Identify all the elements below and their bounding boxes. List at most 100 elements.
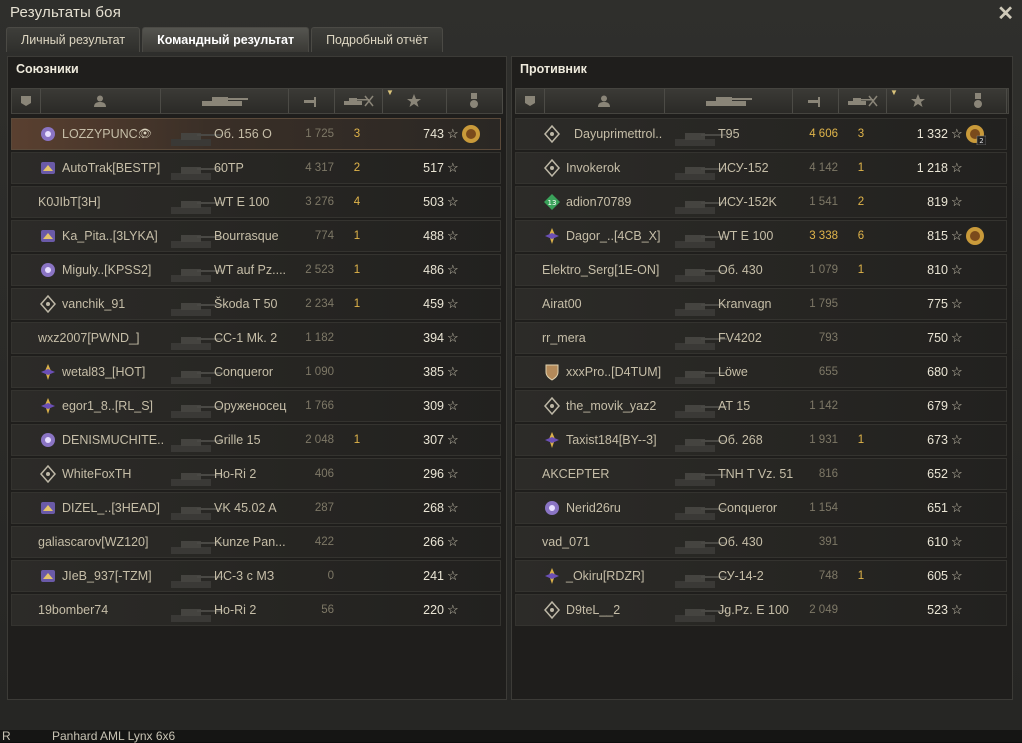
damage-value: 2 234	[305, 298, 334, 310]
allies-player-row[interactable]: AutoTrak[BESTP] 60TP 4 317 2 517 ☆	[11, 152, 501, 184]
damage-value: 0	[327, 570, 334, 582]
xp-star-icon: ☆	[447, 534, 459, 549]
enemies-player-row[interactable]: rr_mera FV4202 793 750 ☆	[515, 322, 1007, 354]
enemies-player-row[interactable]: xxxPro..[D4TUM] Löwe 655 680 ☆	[515, 356, 1007, 388]
allies-header-player[interactable]	[40, 89, 161, 113]
enemies-player-row[interactable]: Elektro_Serg[1E-ON] Об. 430 1 079 1 810 ☆	[515, 254, 1007, 286]
allies-player-row[interactable]: wetal83_[HOT] Conqueror 1 090 385 ☆	[11, 356, 501, 388]
xp-value: 775	[927, 297, 948, 311]
player-name: D9teL__2	[566, 603, 621, 617]
clan-badge-icon	[39, 567, 57, 585]
allies-player-row[interactable]: JIeB_937[-TZM] ИС-3 с МЗ 0 241 ☆	[11, 560, 501, 592]
enemies-player-row[interactable]: _Okiru[RDZR] СУ-14-2 748 1 605 ☆	[515, 560, 1007, 592]
allies-player-row[interactable]: Miguly..[KPSS2] WT auf Pz.... 2 523 1 486 ☆	[11, 254, 501, 286]
enemies-player-row[interactable]: vad_071 Об. 430 391 610 ☆	[515, 526, 1007, 558]
diamond-badge-icon	[39, 294, 57, 314]
vehicle-name: TNH T Vz. 51	[718, 467, 794, 481]
vehicle-name: Löwe	[718, 365, 748, 379]
enemies-header-platoon[interactable]	[516, 89, 545, 113]
enemies-player-row[interactable]: D9teL__2 Jg.Pz. E 100 2 049 523 ☆	[515, 594, 1007, 626]
enemies-header-kills[interactable]	[838, 89, 887, 113]
allies-header-tank[interactable]	[160, 89, 289, 113]
tank-icon	[198, 94, 250, 108]
enemies-header-damage[interactable]	[792, 89, 839, 113]
tab-team-result[interactable]: Командный результат	[142, 27, 310, 52]
kills-value: 3	[857, 128, 865, 140]
allies-player-row[interactable]: galiascarov[WZ120] Kunze Pan... 422 266 ☆	[11, 526, 501, 558]
medal-icon	[972, 93, 984, 109]
allies-header-kills[interactable]	[334, 89, 383, 113]
kills-value: 6	[857, 230, 865, 242]
enemies-player-row[interactable]: Invokerok ИСУ-152 4 142 1 1 218 ☆	[515, 152, 1007, 184]
xp-value: 673	[927, 433, 948, 447]
xp-value: 810	[927, 263, 948, 277]
xp-value: 819	[927, 195, 948, 209]
allies-header-xp-star[interactable]: ▼	[382, 88, 447, 113]
enemies-player-row[interactable]: Dayuprimettrol.. T95 4 606 3 1 332 ☆ 2	[515, 118, 1007, 150]
vehicle-name: Bourrasque	[214, 229, 279, 243]
medal-icon[interactable]	[460, 123, 482, 145]
xp-value: 815	[927, 229, 948, 243]
xp-value: 605	[927, 569, 948, 583]
xp-value: 309	[423, 399, 444, 413]
vehicle-name: СУ-14-2	[718, 569, 764, 583]
enemies-player-row[interactable]: 13 adion70789 ИСУ-152K 1 541 2 819 ☆	[515, 186, 1007, 218]
allies-header-medal[interactable]	[446, 89, 503, 113]
vehicle-name: 60TP	[214, 161, 244, 175]
enemies-header-player[interactable]	[544, 89, 665, 113]
damage-value: 56	[321, 604, 334, 616]
allies-player-row[interactable]: 19bomber74 Ho-Ri 2 56 220 ☆	[11, 594, 501, 626]
damage-value: 816	[818, 468, 838, 480]
close-icon[interactable]: ✕	[997, 1, 1014, 26]
sort-desc-icon: ▼	[386, 88, 394, 97]
enemies-player-row[interactable]: Dagor_..[4CB_X] WT E 100 3 338 6 815 ☆	[515, 220, 1007, 252]
enemies-header-xp-star[interactable]: ▼	[886, 88, 951, 113]
xp-value: 488	[423, 229, 444, 243]
damage-value: 793	[818, 332, 838, 344]
damage-value: 2 523	[305, 264, 334, 276]
allies-player-row[interactable]: vanchik_91 Škoda T 50 2 234 1 459 ☆	[11, 288, 501, 320]
medal-icon[interactable]	[964, 225, 986, 247]
tab-detailed-report[interactable]: Подробный отчёт	[311, 27, 444, 52]
enemies-player-row[interactable]: the_movik_yaz2 AT 15 1 142 679 ☆	[515, 390, 1007, 422]
allies-player-row[interactable]: WhiteFoxTH Ho-Ri 2 406 296 ☆	[11, 458, 501, 490]
vehicle-name: Conqueror	[214, 365, 274, 379]
enemies-player-row[interactable]: AKCEPTER TNH T Vz. 51 816 652 ☆	[515, 458, 1007, 490]
damage-icon	[806, 94, 824, 108]
enemies-header-tank[interactable]	[664, 89, 793, 113]
player-name: WhiteFoxTH	[62, 467, 132, 481]
damage-value: 1 725	[305, 128, 334, 140]
kills-value: 1	[353, 264, 361, 276]
damage-icon	[302, 94, 320, 108]
allies-player-row[interactable]: wxz2007[PWND_] CC-1 Mk. 2 1 182 394 ☆	[11, 322, 501, 354]
xp-star-icon: ☆	[951, 432, 963, 447]
vehicle-name: Оруженосец	[214, 399, 287, 413]
enemies-player-row[interactable]: Airat00 Kranvagn 1 795 775 ☆	[515, 288, 1007, 320]
damage-value: 422	[314, 536, 334, 548]
damage-value: 287	[314, 502, 334, 514]
damage-value: 3 338	[809, 230, 838, 242]
allies-player-row[interactable]: K0JIbT[3H] WT E 100 3 276 4 503 ☆	[11, 186, 501, 218]
player-name: Airat00	[542, 297, 582, 311]
medal-icon[interactable]: 2	[964, 123, 987, 146]
enemies-header-medal[interactable]	[950, 89, 1007, 113]
vehicle-name: T95	[718, 127, 740, 141]
allies-player-row[interactable]: DIZEL_..[3HEAD] VK 45.02 A 287 268 ☆	[11, 492, 501, 524]
rank-badge-icon	[39, 431, 57, 449]
tab-personal-result[interactable]: Личный результат	[6, 27, 141, 52]
clan-badge-icon	[39, 227, 57, 245]
shield-badge-icon	[543, 363, 561, 381]
allies-panel: Союзники ▼ LOZZYPUNC.. 👁 Об. 156 О 1 725 3 74…	[7, 56, 507, 700]
allies-player-row[interactable]: LOZZYPUNC.. 👁 Об. 156 О 1 725 3 743 ☆	[11, 118, 501, 150]
enemies-player-row[interactable]: Taxist184[BY--3] Об. 268 1 931 1 673 ☆	[515, 424, 1007, 456]
enemies-player-row[interactable]: Nerid26ru Conqueror 1 154 651 ☆	[515, 492, 1007, 524]
player-name: Dagor_..[4CB_X]	[566, 229, 661, 243]
allies-header-damage[interactable]	[288, 89, 335, 113]
vehicle-name: WT E 100	[214, 195, 270, 209]
player-name: Elektro_Serg[1E-ON]	[542, 263, 660, 277]
allies-player-row[interactable]: DENISMUCHITE.. Grille 15 2 048 1 307 ☆	[11, 424, 501, 456]
allies-player-row[interactable]: egor1_8..[RL_S] Оруженосец 1 766 309 ☆	[11, 390, 501, 422]
allies-header-platoon[interactable]	[12, 89, 41, 113]
xp-value: 296	[423, 467, 444, 481]
allies-player-row[interactable]: Ka_Pita..[3LYKA] Bourrasque 774 1 488 ☆	[11, 220, 501, 252]
